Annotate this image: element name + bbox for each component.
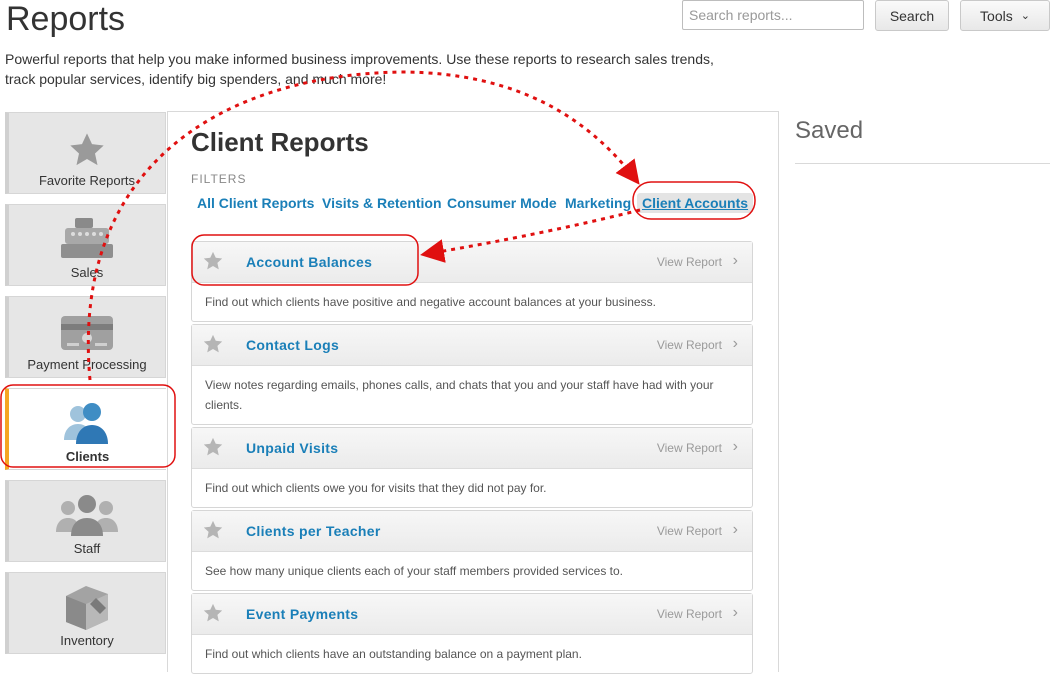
report-card-contact-logs: Contact Logs View Report › View notes re… <box>191 324 753 425</box>
sidebar-item-label: Sales <box>70 265 104 280</box>
star-icon[interactable] <box>202 519 224 541</box>
report-card-header: Event Payments View Report › <box>192 594 752 635</box>
report-description: Find out which clients owe you for visit… <box>205 481 547 495</box>
filter-consumer-mode[interactable]: Consumer Mode <box>447 195 557 211</box>
sidebar-item-sales[interactable]: Sales <box>5 204 166 286</box>
report-card-header: Clients per Teacher View Report › <box>192 511 752 552</box>
clients-icon <box>63 403 108 444</box>
section-title: Client Reports <box>191 127 369 157</box>
tools-button[interactable]: Tools ⌄ <box>960 0 1050 31</box>
sidebar-item-staff[interactable]: Staff <box>5 480 166 562</box>
chevron-right-icon[interactable]: › <box>733 252 738 270</box>
inventory-box-icon <box>66 586 108 630</box>
star-icon[interactable] <box>202 436 224 458</box>
report-title-link[interactable]: Contact Logs <box>246 337 339 353</box>
sidebar-item-payment-processing[interactable]: Payment Processing <box>5 296 166 378</box>
report-description: Find out which clients have positive and… <box>205 295 656 309</box>
filter-visits-retention[interactable]: Visits & Retention <box>322 195 442 211</box>
chevron-down-icon: ⌄ <box>1020 10 1030 22</box>
report-card-header: Account Balances View Report › <box>192 242 752 283</box>
intro-text: Powerful reports that help you make info… <box>5 51 714 87</box>
chevron-right-icon[interactable]: › <box>733 438 738 456</box>
report-title-link[interactable]: Unpaid Visits <box>246 440 338 456</box>
filter-client-accounts[interactable]: Client Accounts <box>637 193 754 213</box>
view-report-link[interactable]: View Report <box>657 441 722 455</box>
filters-label: FILTERS <box>191 172 247 186</box>
report-title-link[interactable]: Account Balances <box>246 254 372 270</box>
report-description: View notes regarding emails, phones call… <box>205 378 714 412</box>
report-description: See how many unique clients each of your… <box>205 564 623 578</box>
sidebar-item-label: Clients <box>65 449 110 464</box>
sidebar-item-label: Payment Processing <box>27 357 147 372</box>
report-title-link[interactable]: Event Payments <box>246 606 358 622</box>
report-title-link[interactable]: Clients per Teacher <box>246 523 381 539</box>
view-report-link[interactable]: View Report <box>657 524 722 538</box>
report-description: Find out which clients have an outstandi… <box>205 647 582 661</box>
saved-title: Saved <box>795 117 864 144</box>
report-card-clients-per-teacher: Clients per Teacher View Report › See ho… <box>191 510 753 591</box>
sidebar-item-inventory[interactable]: Inventory <box>5 572 166 654</box>
view-report-link[interactable]: View Report <box>657 255 722 269</box>
chevron-right-icon[interactable]: › <box>733 604 738 622</box>
star-icon[interactable] <box>202 250 224 272</box>
star-icon[interactable] <box>202 333 224 355</box>
report-card-header: Unpaid Visits View Report › <box>192 428 752 469</box>
view-report-link[interactable]: View Report <box>657 607 722 621</box>
tools-button-label: Tools <box>980 7 1013 24</box>
credit-card-icon <box>61 316 113 350</box>
filter-marketing[interactable]: Marketing <box>565 195 631 211</box>
star-icon <box>70 133 104 166</box>
chevron-right-icon[interactable]: › <box>733 521 738 539</box>
search-button-label: Search <box>889 7 935 24</box>
staff-icon <box>56 495 118 536</box>
sidebar-item-favorite-reports[interactable]: Favorite Reports <box>5 112 166 194</box>
chevron-right-icon[interactable]: › <box>733 335 738 353</box>
report-card-account-balances: Account Balances View Report › Find out … <box>191 241 753 322</box>
view-report-link[interactable]: View Report <box>657 338 722 352</box>
filter-all-client-reports[interactable]: All Client Reports <box>197 195 314 211</box>
sidebar-item-clients[interactable]: Clients <box>5 388 166 470</box>
sidebar-item-label: Favorite Reports <box>38 173 136 188</box>
search-input[interactable] <box>682 0 864 30</box>
cash-register-icon <box>61 218 113 258</box>
star-icon[interactable] <box>202 602 224 624</box>
search-button[interactable]: Search <box>875 0 949 31</box>
report-card-unpaid-visits: Unpaid Visits View Report › Find out whi… <box>191 427 753 508</box>
sidebar-item-label: Inventory <box>60 633 114 648</box>
sidebar-item-label: Staff <box>73 541 101 556</box>
saved-divider <box>795 163 1050 164</box>
page-title: Reports <box>6 0 126 38</box>
report-card-event-payments: Event Payments View Report › Find out wh… <box>191 593 753 674</box>
report-card-header: Contact Logs View Report › <box>192 325 752 366</box>
